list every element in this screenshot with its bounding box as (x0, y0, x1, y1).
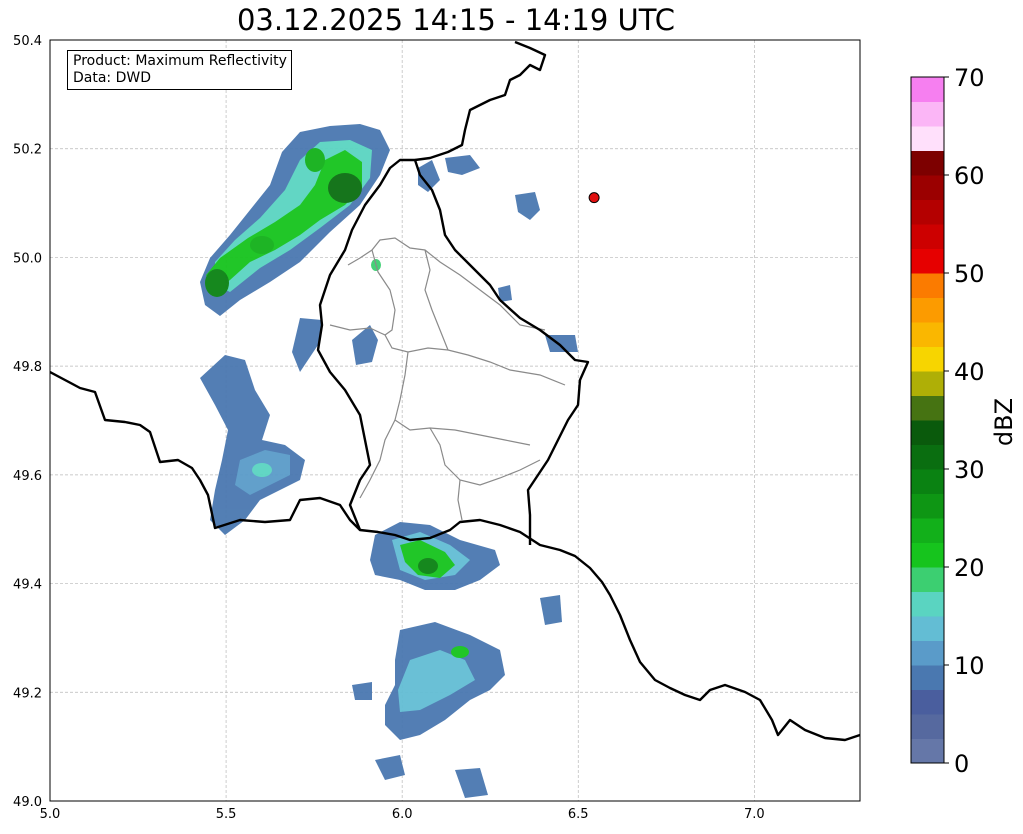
colorbar-unit-label: dBZ (990, 398, 1018, 446)
colorbar-swatch (911, 444, 944, 470)
echo-core-dark-2 (205, 269, 229, 297)
y-tick-label: 49.0 (13, 795, 42, 810)
colorbar-swatch (911, 297, 944, 323)
colorbar-swatch (911, 175, 944, 200)
map-canvas: 5.0 5.5 6.0 6.5 7.0 49.0 49.2 49.4 49.6 49.8 50.0… (13, 34, 1018, 822)
colorbar-ticks: 0 10 20 30 40 50 60 70 (944, 64, 985, 778)
colorbar-swatch (911, 567, 944, 592)
colorbar-swatch (911, 591, 944, 617)
colorbar-swatch (911, 395, 944, 421)
colorbar-swatch (911, 346, 944, 372)
info-product: Product: Maximum Reflectivity (73, 53, 287, 69)
colorbar-swatch (911, 714, 944, 739)
colorbar-swatch (911, 101, 944, 127)
radar-map-figure: 03.12.2025 14:15 - 14:19 UTC 5.0 5.5 6.0… (0, 0, 1023, 834)
x-tick-label: 5.5 (216, 807, 237, 822)
colorbar-tick-label: 20 (954, 554, 985, 582)
colorbar-swatch (911, 542, 944, 568)
colorbar-swatch (911, 248, 944, 274)
x-tick-label: 5.0 (40, 807, 61, 822)
colorbar-swatch (911, 77, 944, 102)
colorbar-swatch (911, 199, 944, 225)
colorbar-tick-label: 40 (954, 358, 985, 386)
info-box: Product: Maximum Reflectivity Data: DWD (67, 50, 292, 90)
echo-core-south-2 (451, 646, 469, 658)
y-tick-label: 49.8 (13, 360, 42, 375)
colorbar-swatch (911, 150, 944, 176)
colorbar-tick-label: 30 (954, 456, 985, 484)
y-tick-label: 50.4 (13, 34, 42, 49)
echo-core-dark-1 (328, 173, 362, 203)
x-tick-label: 7.0 (744, 807, 765, 822)
echo-cell-south-6 (352, 682, 372, 700)
y-tick-label: 49.2 (13, 686, 42, 701)
colorbar-swatch (911, 371, 944, 396)
colorbar-tick-label: 50 (954, 260, 985, 288)
colorbar (910, 76, 945, 764)
colorbar-swatch (911, 689, 944, 715)
location-marker (588, 192, 600, 204)
echo-core-south (418, 558, 438, 574)
colorbar-tick-label: 70 (954, 64, 985, 92)
colorbar-swatch (911, 738, 944, 764)
info-source: Data: DWD (73, 70, 151, 86)
colorbar-swatch (911, 469, 944, 494)
colorbar-swatch (911, 322, 944, 347)
y-axis-ticks: 49.0 49.2 49.4 49.6 49.8 50.0 50.2 50.4 (13, 34, 42, 810)
x-tick-label: 6.5 (568, 807, 589, 822)
colorbar-swatch (911, 616, 944, 641)
colorbar-tick-label: 0 (954, 750, 969, 778)
y-tick-label: 50.0 (13, 251, 42, 266)
y-tick-label: 49.6 (13, 469, 42, 484)
colorbar-swatch (911, 640, 944, 666)
colorbar-swatch (911, 518, 944, 543)
colorbar-swatch (911, 420, 944, 445)
echo-core-3 (305, 148, 325, 172)
colorbar-swatch (911, 126, 944, 151)
colorbar-swatch (911, 493, 944, 519)
echo-core-4 (250, 236, 274, 254)
x-axis-ticks: 5.0 5.5 6.0 6.5 7.0 (40, 807, 765, 822)
colorbar-tick-label: 60 (954, 162, 985, 190)
y-tick-label: 50.2 (13, 143, 42, 158)
colorbar-swatch (911, 224, 944, 249)
y-tick-label: 49.4 (13, 578, 42, 593)
colorbar-swatch (911, 665, 944, 690)
colorbar-swatch (911, 273, 944, 298)
colorbar-tick-label: 10 (954, 652, 985, 680)
echo-core-west (252, 463, 272, 477)
x-tick-label: 6.0 (392, 807, 413, 822)
